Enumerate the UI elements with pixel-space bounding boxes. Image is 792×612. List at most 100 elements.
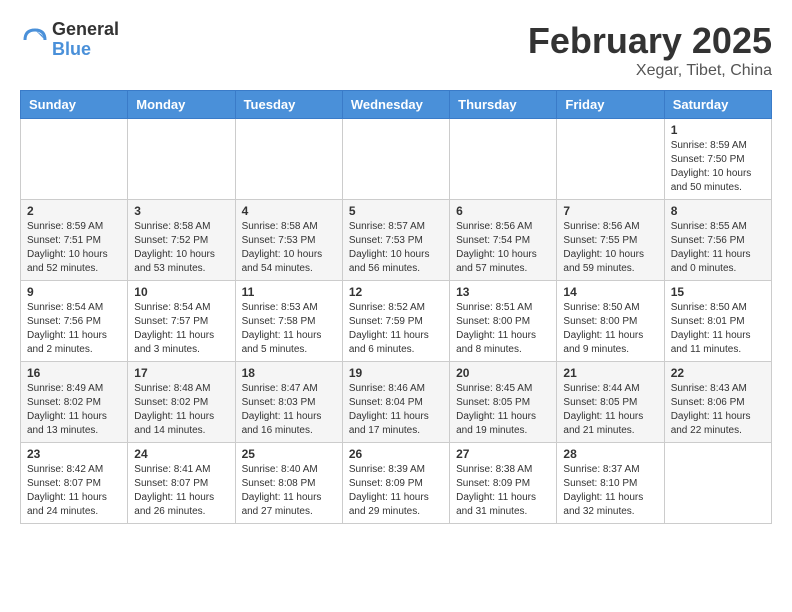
week-row: 1 Sunrise: 8:59 AM Sunset: 7:50 PM Daylig… bbox=[21, 119, 772, 200]
day-info: Sunrise: 8:38 AM Sunset: 8:09 PM Dayligh… bbox=[456, 463, 550, 519]
day-cell bbox=[450, 119, 557, 200]
day-cell: 18 Sunrise: 8:47 AM Sunset: 8:03 PM Dayli… bbox=[235, 362, 342, 443]
day-cell: 17 Sunrise: 8:48 AM Sunset: 8:02 PM Dayli… bbox=[128, 362, 235, 443]
month-title: February 2025 bbox=[528, 20, 772, 62]
day-cell: 20 Sunrise: 8:45 AM Sunset: 8:05 PM Dayli… bbox=[450, 362, 557, 443]
day-info: Sunrise: 8:53 AM Sunset: 7:58 PM Dayligh… bbox=[242, 301, 336, 357]
day-info: Sunrise: 8:59 AM Sunset: 7:51 PM Dayligh… bbox=[27, 220, 121, 276]
day-cell: 24 Sunrise: 8:41 AM Sunset: 8:07 PM Dayli… bbox=[128, 443, 235, 524]
day-number: 3 bbox=[134, 204, 228, 218]
title-block: February 2025 Xegar, Tibet, China bbox=[528, 20, 772, 80]
calendar: SundayMondayTuesdayWednesdayThursdayFrid… bbox=[20, 90, 772, 524]
day-number: 25 bbox=[242, 447, 336, 461]
week-row: 16 Sunrise: 8:49 AM Sunset: 8:02 PM Dayli… bbox=[21, 362, 772, 443]
weekday-header-monday: Monday bbox=[128, 91, 235, 119]
logo: General Blue bbox=[20, 20, 119, 60]
weekday-header-friday: Friday bbox=[557, 91, 664, 119]
day-number: 10 bbox=[134, 285, 228, 299]
location: Xegar, Tibet, China bbox=[528, 62, 772, 80]
day-info: Sunrise: 8:56 AM Sunset: 7:54 PM Dayligh… bbox=[456, 220, 550, 276]
day-cell bbox=[128, 119, 235, 200]
day-cell: 15Sunrise: 8:50 AM Sunset: 8:01 PM Dayli… bbox=[664, 281, 771, 362]
day-number: 1 bbox=[671, 123, 765, 137]
day-number: 14 bbox=[563, 285, 657, 299]
day-info: Sunrise: 8:47 AM Sunset: 8:03 PM Dayligh… bbox=[242, 382, 336, 438]
week-row: 2 Sunrise: 8:59 AM Sunset: 7:51 PM Daylig… bbox=[21, 200, 772, 281]
day-number: 22 bbox=[671, 366, 765, 380]
day-number: 7 bbox=[563, 204, 657, 218]
day-cell: 3 Sunrise: 8:58 AM Sunset: 7:52 PM Daylig… bbox=[128, 200, 235, 281]
weekday-row: SundayMondayTuesdayWednesdayThursdayFrid… bbox=[21, 91, 772, 119]
day-cell: 19Sunrise: 8:46 AM Sunset: 8:04 PM Dayli… bbox=[342, 362, 449, 443]
logo-text: General Blue bbox=[52, 20, 119, 60]
day-cell: 12Sunrise: 8:52 AM Sunset: 7:59 PM Dayli… bbox=[342, 281, 449, 362]
day-number: 19 bbox=[349, 366, 443, 380]
day-info: Sunrise: 8:58 AM Sunset: 7:53 PM Dayligh… bbox=[242, 220, 336, 276]
day-cell: 7 Sunrise: 8:56 AM Sunset: 7:55 PM Daylig… bbox=[557, 200, 664, 281]
day-number: 12 bbox=[349, 285, 443, 299]
day-cell: 6Sunrise: 8:56 AM Sunset: 7:54 PM Daylig… bbox=[450, 200, 557, 281]
logo-general: General bbox=[52, 20, 119, 40]
weekday-header-wednesday: Wednesday bbox=[342, 91, 449, 119]
day-cell: 11 Sunrise: 8:53 AM Sunset: 7:58 PM Dayli… bbox=[235, 281, 342, 362]
day-cell: 13Sunrise: 8:51 AM Sunset: 8:00 PM Dayli… bbox=[450, 281, 557, 362]
day-number: 8 bbox=[671, 204, 765, 218]
day-number: 28 bbox=[563, 447, 657, 461]
day-info: Sunrise: 8:56 AM Sunset: 7:55 PM Dayligh… bbox=[563, 220, 657, 276]
day-number: 5 bbox=[349, 204, 443, 218]
day-cell bbox=[557, 119, 664, 200]
day-info: Sunrise: 8:50 AM Sunset: 8:01 PM Dayligh… bbox=[671, 301, 765, 357]
day-cell: 5 Sunrise: 8:57 AM Sunset: 7:53 PM Daylig… bbox=[342, 200, 449, 281]
day-cell: 10 Sunrise: 8:54 AM Sunset: 7:57 PM Dayli… bbox=[128, 281, 235, 362]
day-number: 4 bbox=[242, 204, 336, 218]
day-info: Sunrise: 8:41 AM Sunset: 8:07 PM Dayligh… bbox=[134, 463, 228, 519]
day-info: Sunrise: 8:42 AM Sunset: 8:07 PM Dayligh… bbox=[27, 463, 121, 519]
day-cell: 21Sunrise: 8:44 AM Sunset: 8:05 PM Dayli… bbox=[557, 362, 664, 443]
calendar-header: SundayMondayTuesdayWednesdayThursdayFrid… bbox=[21, 91, 772, 119]
day-info: Sunrise: 8:57 AM Sunset: 7:53 PM Dayligh… bbox=[349, 220, 443, 276]
day-number: 24 bbox=[134, 447, 228, 461]
day-info: Sunrise: 8:39 AM Sunset: 8:09 PM Dayligh… bbox=[349, 463, 443, 519]
day-cell: 4 Sunrise: 8:58 AM Sunset: 7:53 PM Daylig… bbox=[235, 200, 342, 281]
day-cell bbox=[21, 119, 128, 200]
week-row: 23Sunrise: 8:42 AM Sunset: 8:07 PM Dayli… bbox=[21, 443, 772, 524]
day-cell: 16 Sunrise: 8:49 AM Sunset: 8:02 PM Dayli… bbox=[21, 362, 128, 443]
day-number: 9 bbox=[27, 285, 121, 299]
day-cell: 22 Sunrise: 8:43 AM Sunset: 8:06 PM Dayli… bbox=[664, 362, 771, 443]
day-cell: 8 Sunrise: 8:55 AM Sunset: 7:56 PM Daylig… bbox=[664, 200, 771, 281]
day-cell: 25 Sunrise: 8:40 AM Sunset: 8:08 PM Dayli… bbox=[235, 443, 342, 524]
day-cell: 1 Sunrise: 8:59 AM Sunset: 7:50 PM Daylig… bbox=[664, 119, 771, 200]
day-info: Sunrise: 8:49 AM Sunset: 8:02 PM Dayligh… bbox=[27, 382, 121, 438]
weekday-header-tuesday: Tuesday bbox=[235, 91, 342, 119]
day-number: 17 bbox=[134, 366, 228, 380]
day-info: Sunrise: 8:54 AM Sunset: 7:57 PM Dayligh… bbox=[134, 301, 228, 357]
day-number: 11 bbox=[242, 285, 336, 299]
day-info: Sunrise: 8:48 AM Sunset: 8:02 PM Dayligh… bbox=[134, 382, 228, 438]
day-info: Sunrise: 8:50 AM Sunset: 8:00 PM Dayligh… bbox=[563, 301, 657, 357]
day-info: Sunrise: 8:55 AM Sunset: 7:56 PM Dayligh… bbox=[671, 220, 765, 276]
weekday-header-sunday: Sunday bbox=[21, 91, 128, 119]
day-cell: 2 Sunrise: 8:59 AM Sunset: 7:51 PM Daylig… bbox=[21, 200, 128, 281]
day-number: 18 bbox=[242, 366, 336, 380]
weekday-header-saturday: Saturday bbox=[664, 91, 771, 119]
day-info: Sunrise: 8:59 AM Sunset: 7:50 PM Dayligh… bbox=[671, 139, 765, 195]
day-cell: 27Sunrise: 8:38 AM Sunset: 8:09 PM Dayli… bbox=[450, 443, 557, 524]
day-number: 16 bbox=[27, 366, 121, 380]
day-number: 26 bbox=[349, 447, 443, 461]
day-info: Sunrise: 8:43 AM Sunset: 8:06 PM Dayligh… bbox=[671, 382, 765, 438]
day-cell: 9Sunrise: 8:54 AM Sunset: 7:56 PM Daylig… bbox=[21, 281, 128, 362]
day-cell: 14 Sunrise: 8:50 AM Sunset: 8:00 PM Dayli… bbox=[557, 281, 664, 362]
day-cell: 26 Sunrise: 8:39 AM Sunset: 8:09 PM Dayli… bbox=[342, 443, 449, 524]
day-cell bbox=[235, 119, 342, 200]
day-info: Sunrise: 8:45 AM Sunset: 8:05 PM Dayligh… bbox=[456, 382, 550, 438]
weekday-header-thursday: Thursday bbox=[450, 91, 557, 119]
logo-icon bbox=[20, 25, 50, 55]
day-info: Sunrise: 8:40 AM Sunset: 8:08 PM Dayligh… bbox=[242, 463, 336, 519]
day-number: 13 bbox=[456, 285, 550, 299]
day-number: 20 bbox=[456, 366, 550, 380]
day-cell bbox=[664, 443, 771, 524]
day-info: Sunrise: 8:58 AM Sunset: 7:52 PM Dayligh… bbox=[134, 220, 228, 276]
day-cell bbox=[342, 119, 449, 200]
day-number: 21 bbox=[563, 366, 657, 380]
day-number: 2 bbox=[27, 204, 121, 218]
